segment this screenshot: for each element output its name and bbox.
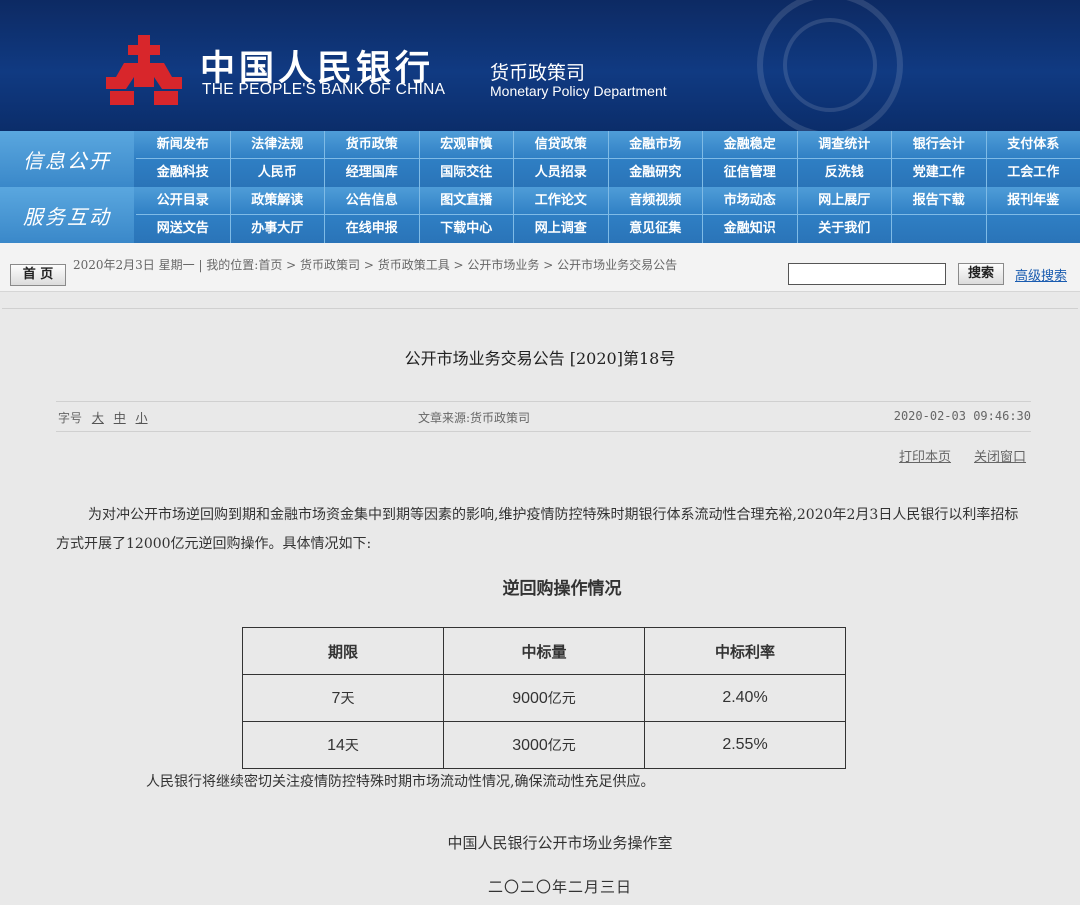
nav-item[interactable]: 党建工作 bbox=[891, 159, 986, 187]
signature-date: 二〇二〇年二月三日 bbox=[2, 876, 1080, 897]
nav-item[interactable]: 意见征集 bbox=[608, 215, 703, 243]
article-panel: 公开市场业务交易公告 [2020]第18号 字号 大 中 小 文章来源:货币政策… bbox=[2, 308, 1078, 905]
info-disclosure-label: 信息公开 bbox=[0, 131, 134, 187]
search-input[interactable] bbox=[788, 263, 946, 285]
table-cell-term: 7天 bbox=[243, 675, 444, 722]
service-interaction-label: 服务互动 bbox=[0, 187, 134, 243]
table-title: 逆回购操作情况 bbox=[2, 574, 1080, 599]
font-size-selector: 字号 大 中 小 bbox=[58, 409, 148, 426]
font-size-small-link[interactable]: 小 bbox=[136, 411, 148, 425]
nav-item[interactable]: 信贷政策 bbox=[513, 131, 608, 159]
table-cell-rate: 2.40% bbox=[645, 675, 846, 722]
info-disclosure-nav: 信息公开 新闻发布 法律法规 货币政策 宏观审慎 信贷政策 金融市场 金融稳定 … bbox=[0, 131, 1080, 187]
nav-row: 新闻发布 法律法规 货币政策 宏观审慎 信贷政策 金融市场 金融稳定 调查统计 … bbox=[136, 131, 1080, 159]
amount-unit: 亿元 bbox=[548, 738, 576, 754]
nav-item[interactable]: 办事大厅 bbox=[230, 215, 325, 243]
search-button[interactable]: 搜索 bbox=[958, 263, 1004, 285]
font-size-large-link[interactable]: 大 bbox=[92, 411, 104, 425]
nav-item-empty bbox=[986, 215, 1080, 243]
article-datetime: 2020-02-03 09:46:30 bbox=[894, 409, 1031, 423]
table-cell-term: 14天 bbox=[243, 722, 444, 769]
amount-value: 9000 bbox=[512, 690, 548, 707]
term-unit: 天 bbox=[340, 691, 354, 707]
breadcrumb: 2020年2月3日 星期一 | 我的位置:首页 > 货币政策司 > 货币政策工具… bbox=[73, 258, 788, 273]
nav-item[interactable]: 金融知识 bbox=[702, 215, 797, 243]
nav-item[interactable]: 经理国库 bbox=[324, 159, 419, 187]
nav-item[interactable]: 宏观审慎 bbox=[419, 131, 514, 159]
advanced-search-link[interactable]: 高级搜索 bbox=[1015, 265, 1067, 284]
article-paragraph: 人民银行将继续密切关注疫情防控特殊时期市场流动性情况,确保流动性充足供应。 bbox=[146, 771, 654, 791]
nav-item[interactable]: 工会工作 bbox=[986, 159, 1080, 187]
nav-item[interactable]: 征信管理 bbox=[702, 159, 797, 187]
article-meta: 字号 大 中 小 文章来源:货币政策司 2020-02-03 09:46:30 bbox=[56, 401, 1031, 432]
article-source: 文章来源:货币政策司 bbox=[418, 409, 530, 426]
nav-item[interactable]: 政策解读 bbox=[230, 187, 325, 215]
print-page-link[interactable]: 打印本页 bbox=[899, 446, 951, 465]
close-window-link[interactable]: 关闭窗口 bbox=[974, 446, 1026, 465]
signature: 中国人民银行公开市场业务操作室 bbox=[2, 832, 1080, 853]
nav-item[interactable]: 金融科技 bbox=[136, 159, 230, 187]
table-cell-rate: 2.55% bbox=[645, 722, 846, 769]
reverse-repo-table: 期限 中标量 中标利率 7天 9000亿元 2.40% 14天 3000亿元 2… bbox=[242, 627, 846, 769]
table-header-cell: 中标量 bbox=[444, 628, 645, 675]
nav-item[interactable]: 调查统计 bbox=[797, 131, 892, 159]
nav-item[interactable]: 金融稳定 bbox=[702, 131, 797, 159]
department-name-en: Monetary Policy Department bbox=[490, 83, 667, 99]
nav-item[interactable]: 人民币 bbox=[230, 159, 325, 187]
table-row: 7天 9000亿元 2.40% bbox=[243, 675, 846, 722]
nav-row: 金融科技 人民币 经理国库 国际交往 人员招录 金融研究 征信管理 反洗钱 党建… bbox=[136, 159, 1080, 187]
nav-item[interactable]: 报刊年鉴 bbox=[986, 187, 1080, 215]
table-header-cell: 期限 bbox=[243, 628, 444, 675]
nav-item[interactable]: 网上展厅 bbox=[797, 187, 892, 215]
nav-item[interactable]: 在线申报 bbox=[324, 215, 419, 243]
font-size-label: 字号 bbox=[58, 411, 82, 425]
nav-item[interactable]: 支付体系 bbox=[986, 131, 1080, 159]
nav-item[interactable]: 工作论文 bbox=[513, 187, 608, 215]
nav-item[interactable]: 关于我们 bbox=[797, 215, 892, 243]
nav-item[interactable]: 网送文告 bbox=[136, 215, 230, 243]
nav-item[interactable]: 法律法规 bbox=[230, 131, 325, 159]
service-interaction-nav: 服务互动 公开目录 政策解读 公告信息 图文直播 工作论文 音频视频 市场动态 … bbox=[0, 187, 1080, 243]
nav-row: 网送文告 办事大厅 在线申报 下载中心 网上调查 意见征集 金融知识 关于我们 bbox=[136, 215, 1080, 243]
article-paragraph: 为对冲公开市场逆回购到期和金融市场资金集中到期等因素的影响,维护疫情防控特殊时期… bbox=[56, 501, 1031, 559]
nav-item[interactable]: 报告下载 bbox=[891, 187, 986, 215]
nav-item[interactable]: 金融市场 bbox=[608, 131, 703, 159]
table-cell-amount: 9000亿元 bbox=[444, 675, 645, 722]
term-unit: 天 bbox=[345, 738, 359, 754]
bank-name-en: THE PEOPLE'S BANK OF CHINA bbox=[202, 81, 445, 99]
home-button[interactable]: 首 页 bbox=[10, 264, 66, 286]
breadcrumb-bar: 首 页 2020年2月3日 星期一 | 我的位置:首页 > 货币政策司 > 货币… bbox=[0, 243, 1080, 292]
nav-item[interactable]: 国际交往 bbox=[419, 159, 514, 187]
table-row: 14天 3000亿元 2.55% bbox=[243, 722, 846, 769]
nav-item[interactable]: 公开目录 bbox=[136, 187, 230, 215]
nav-item[interactable]: 音频视频 bbox=[608, 187, 703, 215]
font-size-medium-link[interactable]: 中 bbox=[114, 411, 126, 425]
table-header-row: 期限 中标量 中标利率 bbox=[243, 628, 846, 675]
nav-item[interactable]: 市场动态 bbox=[702, 187, 797, 215]
pboc-logo-icon bbox=[104, 33, 184, 107]
nav-item[interactable]: 反洗钱 bbox=[797, 159, 892, 187]
nav-item[interactable]: 货币政策 bbox=[324, 131, 419, 159]
nav-item-empty bbox=[891, 215, 986, 243]
nav-item[interactable]: 新闻发布 bbox=[136, 131, 230, 159]
nav-row: 公开目录 政策解读 公告信息 图文直播 工作论文 音频视频 市场动态 网上展厅 … bbox=[136, 187, 1080, 215]
article-title: 公开市场业务交易公告 [2020]第18号 bbox=[2, 345, 1078, 369]
nav-item[interactable]: 银行会计 bbox=[891, 131, 986, 159]
amount-unit: 亿元 bbox=[548, 691, 576, 707]
decorative-emblem-watermark bbox=[700, 0, 960, 131]
nav-item[interactable]: 下载中心 bbox=[419, 215, 514, 243]
site-header: 中国人民银行 THE PEOPLE'S BANK OF CHINA 货币政策司 … bbox=[0, 0, 1080, 131]
nav-item[interactable]: 图文直播 bbox=[419, 187, 514, 215]
table-header-cell: 中标利率 bbox=[645, 628, 846, 675]
nav-item[interactable]: 公告信息 bbox=[324, 187, 419, 215]
nav-item[interactable]: 人员招录 bbox=[513, 159, 608, 187]
term-value: 14 bbox=[327, 737, 345, 754]
nav-item[interactable]: 网上调查 bbox=[513, 215, 608, 243]
nav-item[interactable]: 金融研究 bbox=[608, 159, 703, 187]
table-cell-amount: 3000亿元 bbox=[444, 722, 645, 769]
amount-value: 3000 bbox=[512, 737, 548, 754]
department-name-cn: 货币政策司 bbox=[490, 58, 585, 85]
